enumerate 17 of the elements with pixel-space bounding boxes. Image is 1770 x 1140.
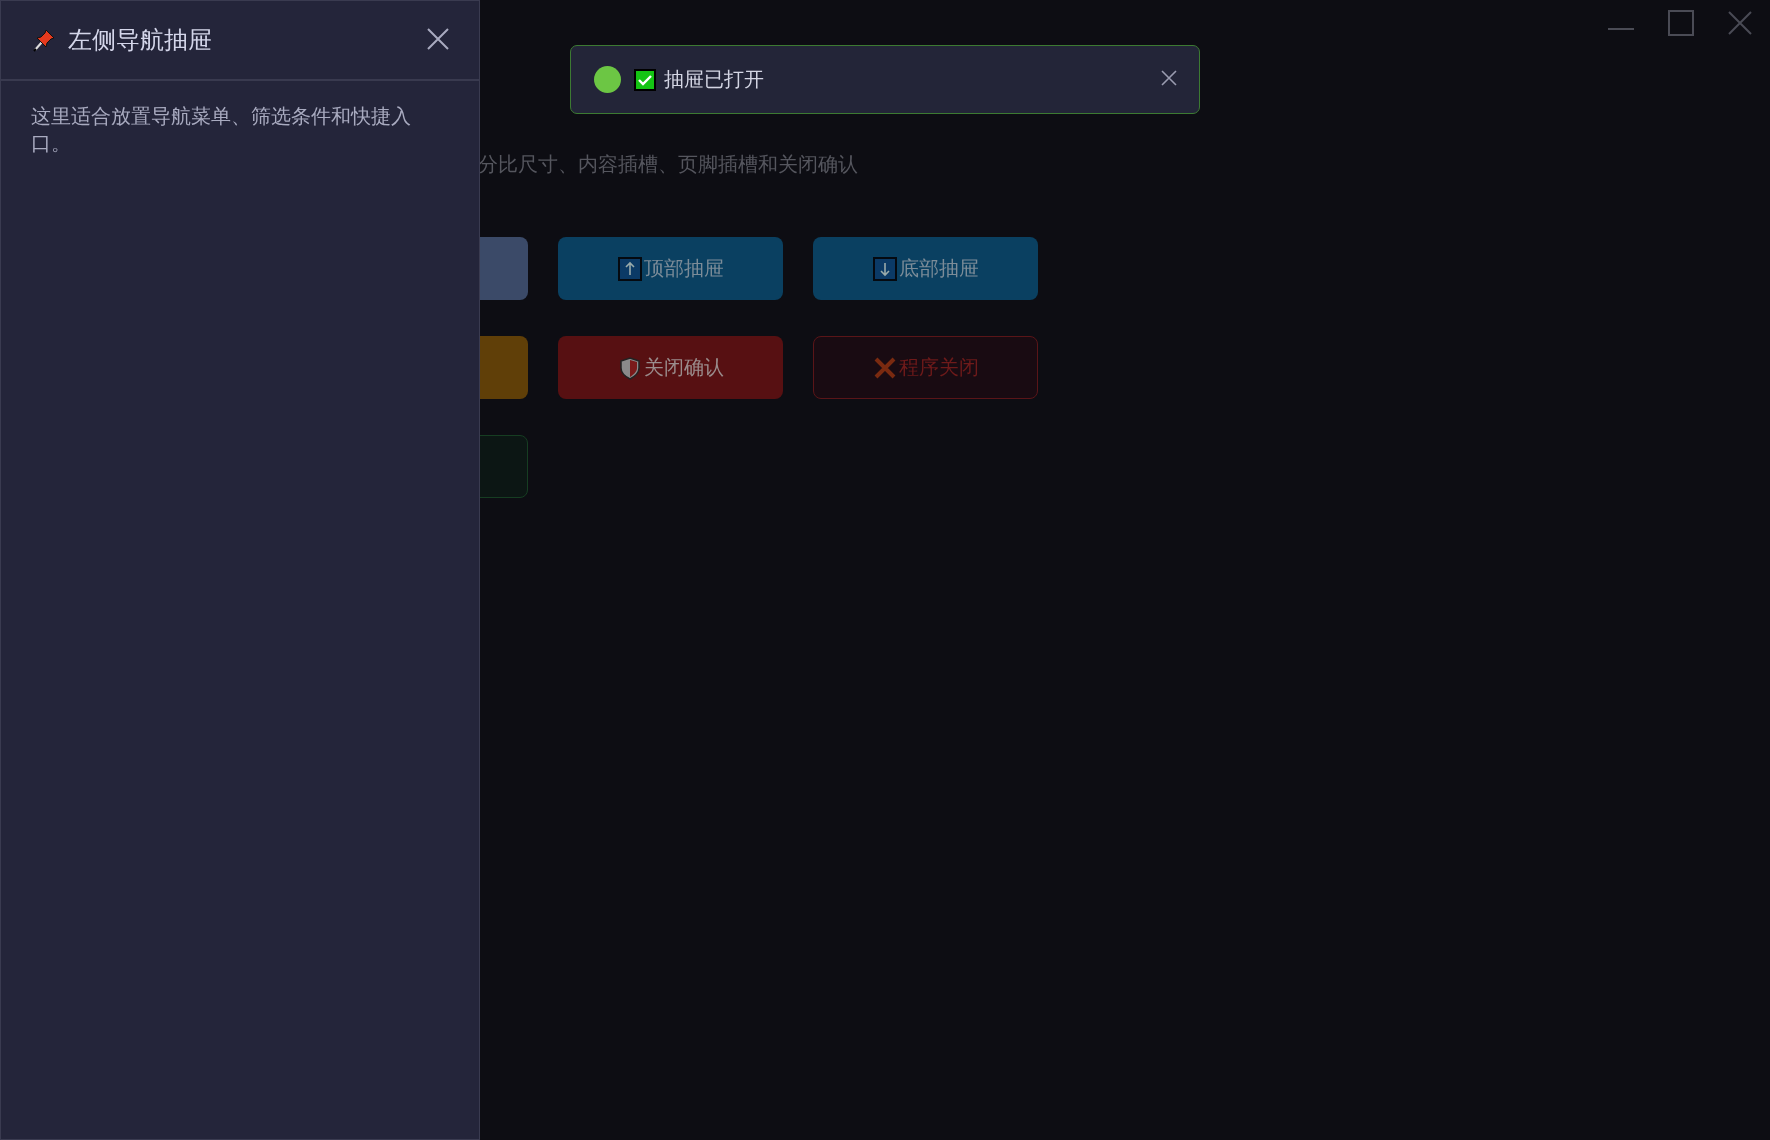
status-dot	[594, 66, 621, 93]
drawer-title: 左侧导航抽屉	[68, 25, 213, 56]
drawer-description: 这里适合放置导航菜单、筛选条件和快捷入口。	[30, 103, 412, 157]
close-icon	[1161, 70, 1177, 86]
drawer-button[interactable]: 程序关闭	[813, 336, 1038, 399]
drawer-button[interactable]: 关闭确认	[558, 336, 783, 399]
pushpin-icon	[32, 28, 56, 52]
close-icon	[427, 27, 449, 50]
shield-icon	[617, 355, 642, 380]
subtitle-text: 分比尺寸、内容插槽、页脚插槽和关闭确认	[478, 151, 859, 178]
drawer-button[interactable]: 顶部抽屉	[558, 237, 783, 300]
close-icon[interactable]	[1728, 11, 1752, 35]
maximize-icon[interactable]	[1668, 10, 1694, 36]
toast-message: 抽屉已打开	[664, 66, 765, 93]
check-icon	[634, 68, 656, 91]
drawer-button[interactable]: 底部抽屉	[813, 237, 1038, 300]
cross-icon	[872, 355, 897, 380]
